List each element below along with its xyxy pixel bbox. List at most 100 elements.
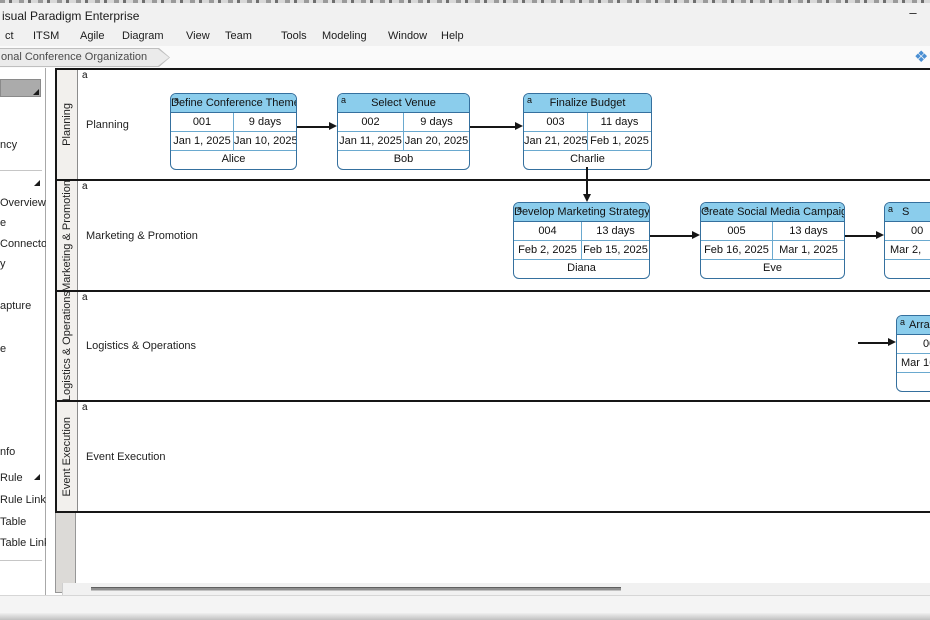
- task-marker: a: [888, 204, 893, 214]
- task-partial-logistics[interactable]: a Arra 00 Mar 16: [896, 315, 930, 392]
- connector-005-006[interactable]: [845, 235, 876, 237]
- task-marker: a: [527, 95, 532, 105]
- task-id: 001: [171, 113, 234, 131]
- lane-event-execution[interactable]: Event Execution a Event Execution: [55, 400, 930, 513]
- palette-item-table[interactable]: Table: [0, 516, 26, 528]
- task-id: 003: [524, 113, 588, 131]
- task-select-venue[interactable]: a Select Venue 002 9 days Jan 11, 2025 J…: [337, 93, 470, 170]
- title-bar: isual Paradigm Enterprise –: [0, 3, 930, 28]
- lane-header-column-tail: [55, 513, 76, 593]
- connector-003-004[interactable]: [586, 167, 588, 194]
- diagram-canvas[interactable]: Planning a Planning Marketing & Promotio…: [46, 68, 930, 595]
- palette-item[interactable]: e: [0, 343, 6, 355]
- diagram-tab-label: onal Conference Organization: [0, 49, 169, 66]
- palette-item[interactable]: y: [0, 258, 6, 270]
- diagram-tab[interactable]: onal Conference Organization: [0, 48, 170, 67]
- task-title: Define Conference Theme: [171, 94, 296, 113]
- lane-marketing-header[interactable]: Marketing & Promotion: [57, 181, 78, 290]
- palette-item-capture[interactable]: apture: [0, 300, 31, 312]
- menu-diagram[interactable]: Diagram: [122, 30, 164, 42]
- lane-vertical-label: Planning: [62, 103, 73, 146]
- palette-item-connector[interactable]: Connector: [0, 238, 51, 250]
- palette-selected-tool[interactable]: [0, 79, 41, 97]
- lane-planning-header[interactable]: Planning: [57, 70, 78, 179]
- task-owner: [897, 373, 930, 391]
- menu-itsm[interactable]: ITSM: [33, 30, 59, 42]
- task-duration: 9 days: [404, 113, 469, 131]
- task-id: 00: [897, 335, 930, 353]
- app-window: isual Paradigm Enterprise – ct ITSM Agil…: [0, 0, 930, 620]
- menu-view[interactable]: View: [186, 30, 210, 42]
- horizontal-scrollbar-track[interactable]: [62, 583, 930, 595]
- task-id: 002: [338, 113, 404, 131]
- palette-item[interactable]: e: [0, 217, 6, 229]
- menu-agile[interactable]: Agile: [80, 30, 104, 42]
- palette-item-rule[interactable]: Rule: [0, 472, 23, 484]
- collaboration-icon[interactable]: ❖: [914, 47, 928, 67]
- task-finalize-budget[interactable]: a Finalize Budget 003 11 days Jan 21, 20…: [523, 93, 652, 170]
- task-develop-marketing-strategy[interactable]: a Develop Marketing Strategy 004 13 days…: [513, 202, 650, 279]
- task-id: 004: [514, 222, 582, 240]
- palette-item-rule-link[interactable]: Rule Link: [0, 494, 46, 506]
- tool-palette: ncy Overview e Connector y apture e nfo …: [0, 68, 46, 595]
- flyout-corner-icon: [34, 474, 40, 480]
- task-marker: a: [517, 204, 522, 214]
- lane-event-execution-header[interactable]: Event Execution: [57, 402, 78, 511]
- task-start-date: Mar 2,: [885, 241, 930, 259]
- lane-name-label: Planning: [86, 119, 129, 131]
- task-duration: 13 days: [773, 222, 844, 240]
- task-title: Develop Marketing Strategy: [514, 203, 649, 222]
- arrowhead-icon: [876, 231, 884, 239]
- palette-separator: [0, 560, 42, 561]
- menu-help[interactable]: Help: [441, 30, 464, 42]
- lane-logistics-body[interactable]: a Logistics & Operations: [78, 292, 930, 400]
- task-start-date: Feb 2, 2025: [514, 241, 582, 259]
- lane-marker: a: [82, 402, 88, 413]
- connector-001-002[interactable]: [297, 126, 329, 128]
- lane-marker: a: [82, 292, 88, 303]
- flyout-corner-icon: [34, 180, 40, 186]
- task-start-date: Jan 21, 2025: [524, 132, 588, 150]
- lane-logistics-header[interactable]: Logistics & Operations: [57, 292, 78, 400]
- task-create-social-media-campaign[interactable]: a Create Social Media Campaign 005 13 da…: [700, 202, 845, 279]
- lane-logistics[interactable]: Logistics & Operations a Logistics & Ope…: [55, 290, 930, 402]
- task-owner: Alice: [171, 151, 296, 169]
- menu-window[interactable]: Window: [388, 30, 427, 42]
- task-partial-marketing[interactable]: a S 00 Mar 2,: [884, 202, 930, 279]
- task-owner: [885, 260, 930, 278]
- task-end-date: Mar 1, 2025: [773, 241, 844, 259]
- task-id: 005: [701, 222, 773, 240]
- task-title: Finalize Budget: [524, 94, 651, 113]
- palette-item-overview[interactable]: Overview: [0, 197, 46, 209]
- task-marker: a: [900, 317, 905, 327]
- connector-006-007[interactable]: [858, 342, 888, 344]
- menu-team[interactable]: Team: [225, 30, 252, 42]
- task-start-date: Feb 16, 2025: [701, 241, 773, 259]
- menu-project[interactable]: ct: [5, 30, 14, 42]
- task-duration: 13 days: [582, 222, 649, 240]
- task-id: 00: [885, 222, 930, 240]
- palette-item-dependency[interactable]: ncy: [0, 139, 17, 151]
- task-end-date: Feb 1, 2025: [588, 132, 651, 150]
- menu-tools[interactable]: Tools: [281, 30, 307, 42]
- status-bar: [0, 595, 930, 620]
- palette-item-info[interactable]: nfo: [0, 446, 15, 458]
- palette-item-table-link[interactable]: Table Link: [0, 537, 50, 549]
- minimize-button[interactable]: –: [902, 5, 924, 25]
- task-define-conference-theme[interactable]: a Define Conference Theme 001 9 days Jan…: [170, 93, 297, 170]
- task-marker: a: [341, 95, 346, 105]
- menu-modeling[interactable]: Modeling: [322, 30, 367, 42]
- task-end-date: Jan 10, 2025: [234, 132, 296, 150]
- connector-002-003[interactable]: [470, 126, 515, 128]
- connector-004-005[interactable]: [650, 235, 692, 237]
- task-owner: Eve: [701, 260, 844, 278]
- task-owner: Bob: [338, 151, 469, 169]
- task-end-date: Feb 15, 2025: [582, 241, 649, 259]
- flyout-corner-icon: [33, 89, 39, 95]
- arrowhead-icon: [329, 122, 337, 130]
- task-marker: a: [704, 204, 709, 214]
- lane-event-execution-body[interactable]: a Event Execution: [78, 402, 930, 511]
- arrowhead-icon: [515, 122, 523, 130]
- menu-bar: ct ITSM Agile Diagram View Team Tools Mo…: [0, 28, 930, 46]
- horizontal-scrollbar-thumb[interactable]: [91, 587, 621, 591]
